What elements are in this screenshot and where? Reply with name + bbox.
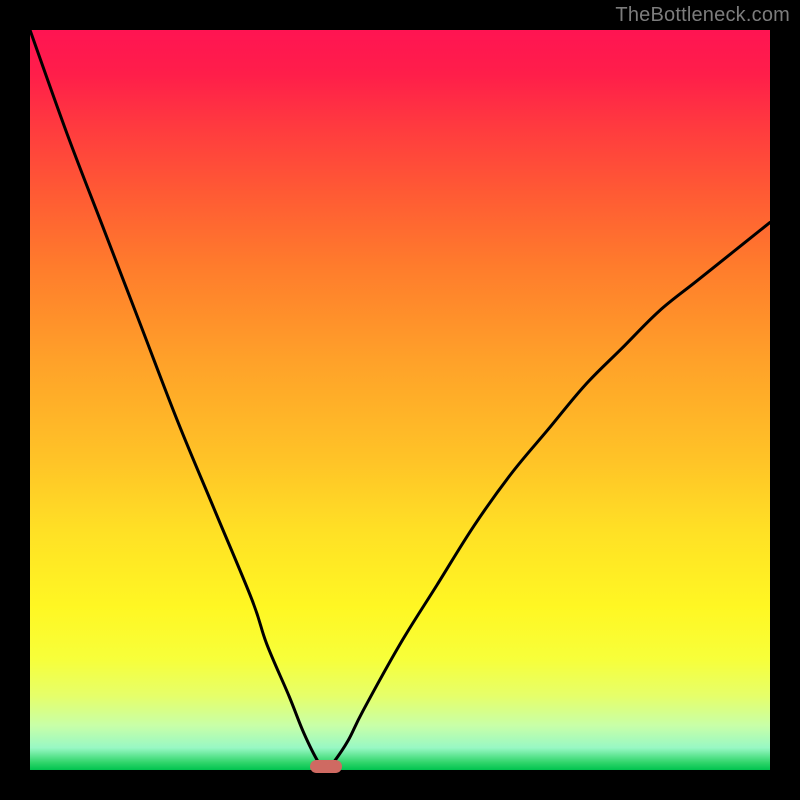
plot-area — [30, 30, 770, 770]
chart-frame: TheBottleneck.com — [0, 0, 800, 800]
curve-svg — [30, 30, 770, 770]
bottleneck-curve-path — [30, 30, 770, 770]
optimum-marker — [310, 760, 342, 773]
watermark-text: TheBottleneck.com — [615, 4, 790, 27]
